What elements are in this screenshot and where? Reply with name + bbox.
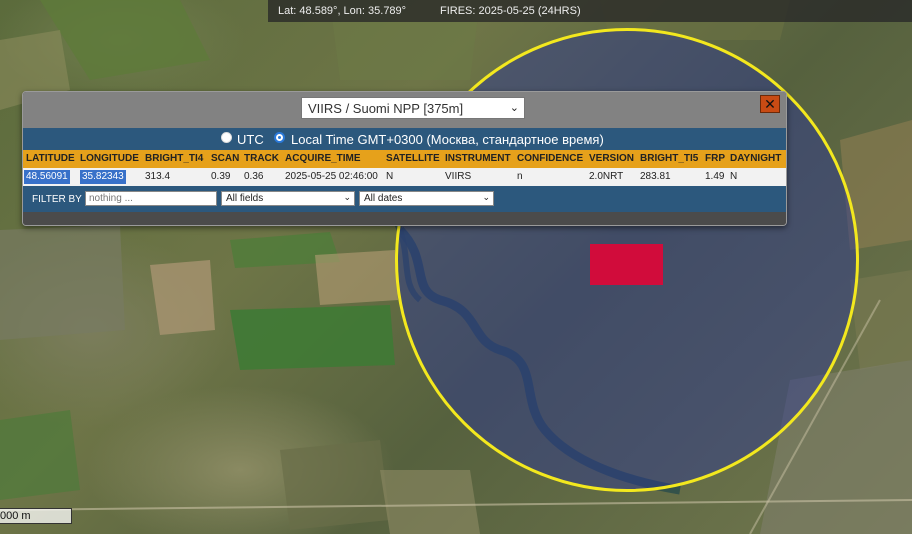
- table-cell: VIIRS: [445, 171, 472, 182]
- timezone-selector: UTC Local Time GMT+0300 (Москва, стандар…: [23, 128, 786, 150]
- latitude-cell[interactable]: 48.56091: [24, 170, 70, 184]
- table-cell: 2.0NRT: [589, 171, 624, 182]
- close-button[interactable]: ✕: [760, 95, 780, 113]
- table-cell: 313.4: [145, 171, 171, 182]
- satellite-select[interactable]: VIIRS / Suomi NPP [375m] ⌄: [301, 97, 525, 119]
- column-header[interactable]: ACQUIRE_TIME: [285, 153, 361, 164]
- column-header[interactable]: INSTRUMENT: [445, 153, 511, 164]
- date-filter-value: All dates: [364, 193, 403, 204]
- table-cell: 1.49: [705, 171, 725, 182]
- cursor-coordinates: Lat: 48.589°, Lon: 35.789°: [278, 5, 407, 17]
- column-header[interactable]: LATITUDE: [26, 153, 75, 164]
- field-filter-select[interactable]: All fields ⌄: [221, 191, 355, 206]
- table-cell: 0.36: [244, 171, 264, 182]
- column-header[interactable]: SATELLITE: [386, 153, 440, 164]
- fire-pixel-marker[interactable]: [590, 244, 663, 285]
- table-cell: n: [517, 171, 523, 182]
- table-row[interactable]: 48.56091 35.82343 313.4 0.39 0.36 2025-0…: [23, 168, 786, 186]
- scale-bar-label: 000 m: [0, 510, 31, 522]
- satellite-select-value: VIIRS / Suomi NPP [375m]: [308, 101, 464, 116]
- column-header[interactable]: CONFIDENCE: [517, 153, 583, 164]
- column-header[interactable]: TRACK: [244, 153, 279, 164]
- field-filter-value: All fields: [226, 193, 264, 204]
- filter-label: FILTER BY: [32, 194, 82, 205]
- column-header[interactable]: BRIGHT_TI5: [640, 153, 698, 164]
- column-header[interactable]: LONGITUDE: [80, 153, 139, 164]
- utc-radio[interactable]: [221, 132, 232, 143]
- table-cell: 0.39: [211, 171, 231, 182]
- popup-footer: [23, 212, 786, 225]
- table-cell: N: [730, 171, 738, 182]
- local-time-label[interactable]: Local Time GMT+0300 (Москва, стандартное…: [291, 132, 604, 147]
- column-header[interactable]: DAYNIGHT: [730, 153, 781, 164]
- local-time-radio[interactable]: [274, 132, 285, 143]
- column-header[interactable]: BRIGHT_TI4: [145, 153, 203, 164]
- chevron-down-icon: ⌄: [482, 192, 490, 202]
- table-header: LATITUDE LONGITUDE BRIGHT_TI4 SCAN TRACK…: [23, 150, 786, 168]
- table-cell: 2025-05-25 02:46:00: [285, 171, 378, 182]
- filter-bar: FILTER BY All fields ⌄ All dates ⌄: [23, 186, 786, 212]
- date-filter-select[interactable]: All dates ⌄: [359, 191, 494, 206]
- status-bar: Lat: 48.589°, Lon: 35.789° FIRES: 2025-0…: [268, 0, 912, 22]
- longitude-cell[interactable]: 35.82343: [80, 170, 126, 184]
- column-header[interactable]: SCAN: [211, 153, 239, 164]
- popup-header: VIIRS / Suomi NPP [375m] ⌄ ✕: [23, 92, 786, 128]
- fire-info-popup: VIIRS / Suomi NPP [375m] ⌄ ✕ UTC Local T…: [22, 91, 787, 226]
- utc-label[interactable]: UTC: [237, 132, 264, 147]
- column-header[interactable]: FRP: [705, 153, 725, 164]
- scale-bar: 000 m: [0, 508, 72, 524]
- filter-input[interactable]: [85, 191, 217, 206]
- fires-date-label: FIRES: 2025-05-25 (24HRS): [440, 5, 581, 17]
- table-cell: N: [386, 171, 394, 182]
- table-cell: 283.81: [640, 171, 671, 182]
- column-header[interactable]: VERSION: [589, 153, 634, 164]
- chevron-down-icon: ⌄: [509, 102, 519, 114]
- chevron-down-icon: ⌄: [343, 192, 351, 202]
